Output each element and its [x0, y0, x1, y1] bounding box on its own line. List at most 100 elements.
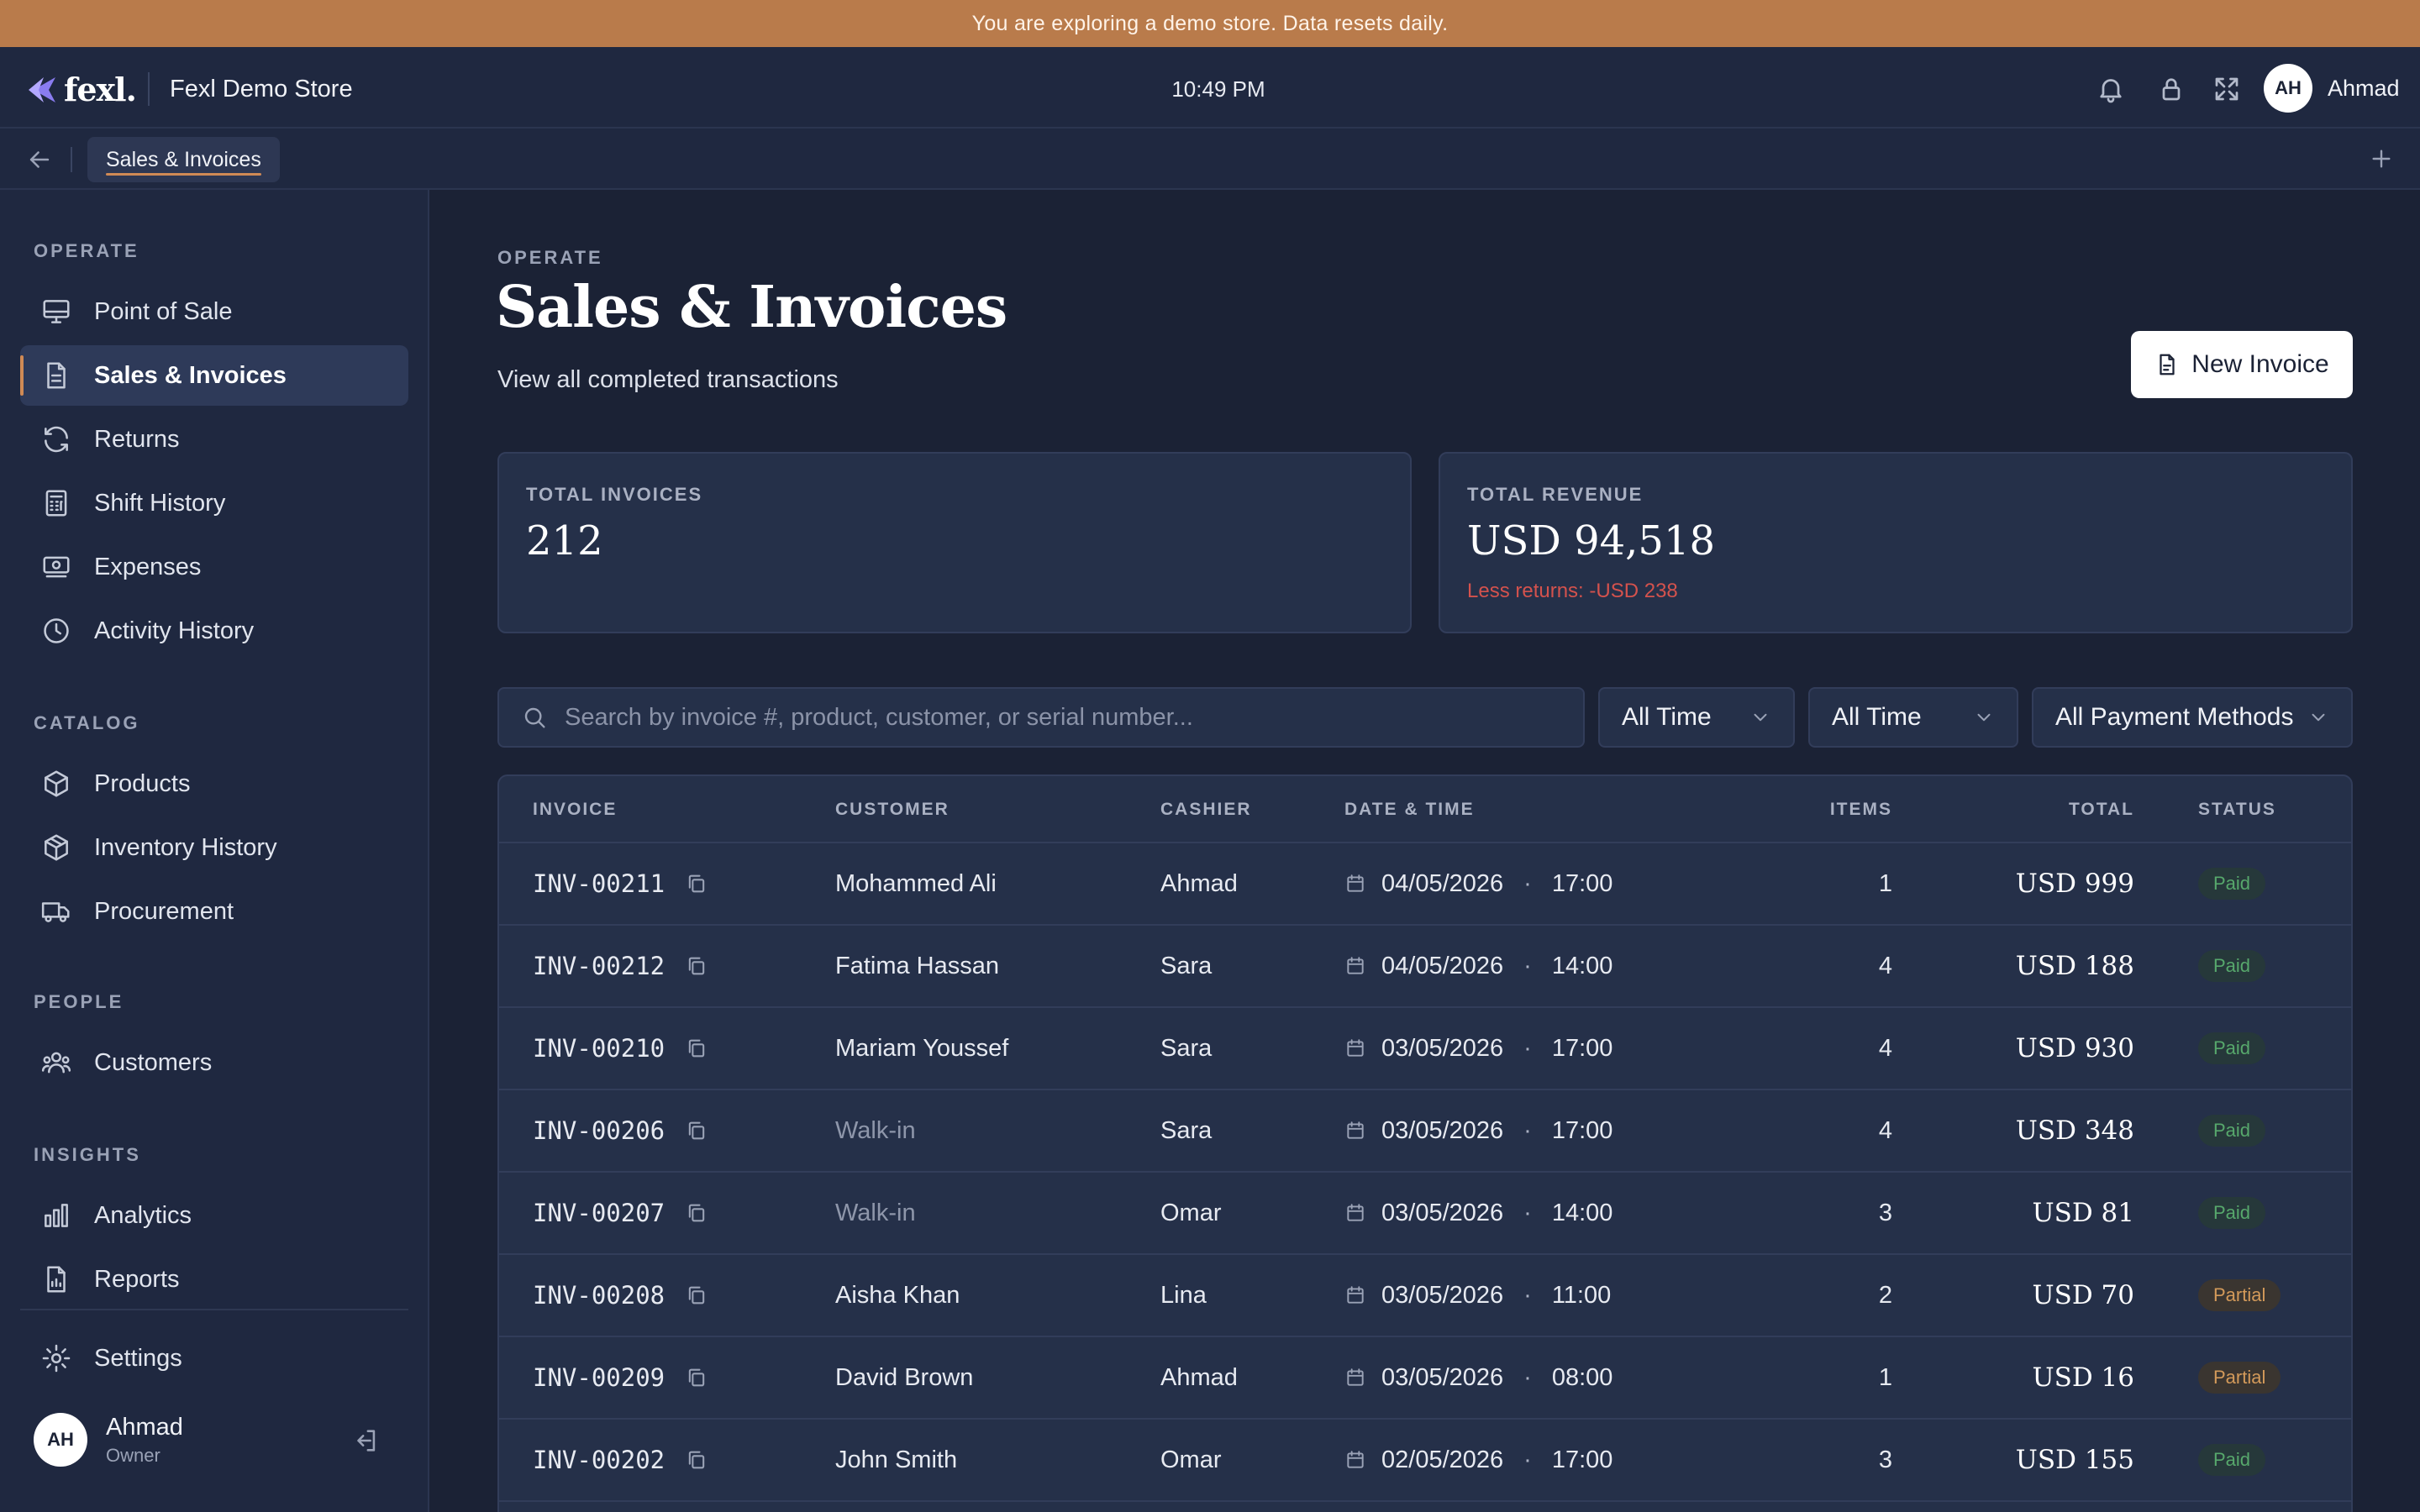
copy-icon[interactable] — [685, 1119, 708, 1142]
new-invoice-button[interactable]: New Invoice — [2131, 331, 2353, 398]
copy-icon[interactable] — [685, 872, 708, 895]
items-cell: 3 — [1878, 1446, 1892, 1473]
sidebar-item-returns[interactable]: Returns — [20, 409, 408, 470]
invoice-number[interactable]: INV-00209 — [533, 1363, 665, 1392]
sidebar-item-activity-history[interactable]: Activity History — [20, 601, 408, 661]
column-header-cashier[interactable]: CASHIER — [1160, 800, 1252, 820]
status-cell: Paid — [2198, 1090, 2266, 1171]
column-header-datetime[interactable]: DATE & TIME — [1344, 800, 1475, 820]
table-row[interactable]: INV-00206 Walk-in Sara 03/05/2026 · 17:00 4 USD… — [499, 1090, 2351, 1173]
table-row[interactable]: INV-00209 David Brown Ahmad 03/05/2026 · 08:0… — [499, 1337, 2351, 1420]
sidebar-item-settings[interactable]: Settings — [20, 1328, 408, 1389]
sidebar-item-label: Customers — [94, 1048, 213, 1076]
total-cell: USD 81 — [2032, 1198, 2134, 1228]
user-name: Ahmad — [2328, 75, 2400, 101]
status-badge: Paid — [2198, 1197, 2266, 1229]
time-value: 11:00 — [1551, 1281, 1612, 1309]
select-value: All Payment Methods — [2055, 703, 2294, 731]
stat-value: 212 — [526, 517, 603, 564]
sidebar-item-sales-invoices[interactable]: Sales & Invoices — [20, 345, 408, 406]
items-cell: 1 — [1878, 1363, 1892, 1391]
table-row[interactable]: INV-00202 John Smith Omar 02/05/2026 · 17:00 3… — [499, 1420, 2351, 1502]
table-row[interactable]: INV-00210 Mariam Youssef Sara 03/05/2026 · 17… — [499, 1008, 2351, 1090]
invoice-number[interactable]: INV-00202 — [533, 1446, 665, 1474]
sidebar-item-customers[interactable]: Customers — [20, 1032, 408, 1093]
expand-icon[interactable] — [2212, 74, 2242, 104]
date-value: 03/05/2026 — [1381, 1363, 1504, 1391]
table-row[interactable]: INV-00208 Aisha Khan Lina 03/05/2026 · 11:00 2… — [499, 1255, 2351, 1337]
separator-dot: · — [1523, 952, 1532, 979]
search-input[interactable] — [565, 703, 1556, 732]
sidebar-user[interactable]: AH Ahmad Owner — [34, 1413, 183, 1467]
sidebar-item-expenses[interactable]: Expenses — [20, 537, 408, 597]
column-header-total[interactable]: TOTAL — [1995, 800, 2134, 820]
sidebar-item-shift-history[interactable]: Shift History — [20, 473, 408, 533]
sidebar-item-label: Expenses — [94, 553, 202, 580]
add-tab-icon[interactable] — [2368, 145, 2395, 172]
sidebar-item-reports[interactable]: Reports — [20, 1249, 408, 1310]
sidebar-item-procurement[interactable]: Procurement — [20, 881, 408, 942]
stat-card-total-revenue: TOTAL REVENUE USD 94,518 Less returns: -… — [1439, 452, 2353, 633]
tab-sales-invoices[interactable]: Sales & Invoices — [87, 137, 280, 182]
sidebar-item-products[interactable]: Products — [20, 753, 408, 814]
items-cell: 2 — [1878, 1281, 1892, 1309]
invoice-number[interactable]: INV-00211 — [533, 869, 665, 898]
invoice-cell: INV-00207 — [533, 1173, 708, 1253]
column-header-items[interactable]: ITEMS — [1785, 800, 1892, 820]
copy-icon[interactable] — [685, 1201, 708, 1225]
section-title-catalog: CATALOG — [34, 712, 140, 733]
sidebar-item-point-of-sale[interactable]: Point of Sale — [20, 281, 408, 342]
status-badge: Paid — [2198, 868, 2266, 900]
copy-icon[interactable] — [685, 1284, 708, 1307]
table-row[interactable]: INV-00211 Mohammed Ali Ahmad 04/05/2026 · 17:… — [499, 843, 2351, 926]
user-menu[interactable]: AH Ahmad — [2264, 64, 2400, 113]
tab-divider — [71, 147, 72, 172]
calendar-icon — [1347, 1039, 1364, 1057]
invoice-number[interactable]: INV-00208 — [533, 1281, 665, 1310]
total-cell: USD 999 — [2015, 869, 2134, 899]
table-row[interactable]: INV-00207 Walk-in Omar 03/05/2026 · 14:00 3 USD… — [499, 1173, 2351, 1255]
datetime-cell: 04/05/2026 · 14:00 — [1344, 926, 1612, 1006]
datetime-cell: 04/05/2026 · 17:00 — [1344, 843, 1612, 924]
invoice-number[interactable]: INV-00212 — [533, 952, 665, 980]
separator-dot: · — [1523, 1281, 1532, 1309]
invoice-number[interactable]: INV-00206 — [533, 1116, 665, 1145]
separator-dot: · — [1523, 1363, 1532, 1391]
app-logo[interactable]: fexl. — [25, 71, 137, 108]
sidebar-item-label: Activity History — [94, 617, 255, 644]
invoice-number[interactable]: INV-00207 — [533, 1199, 665, 1227]
logout-icon[interactable] — [351, 1426, 380, 1455]
table-row[interactable]: INV-00212 Fatima Hassan Sara 04/05/2026 · 14:… — [499, 926, 2351, 1008]
users-icon — [41, 1052, 71, 1074]
banknote-icon — [43, 556, 70, 578]
cashier-cell: Omar — [1160, 1446, 1222, 1473]
select-value: All Time — [1622, 703, 1712, 731]
time-range-select-1[interactable]: All Time — [1598, 687, 1795, 748]
column-header-invoice[interactable]: INVOICE — [533, 800, 617, 820]
copy-icon[interactable] — [685, 1366, 708, 1389]
sidebar-item-inventory-history[interactable]: Inventory History — [20, 817, 408, 878]
datetime-cell: 03/05/2026 · 14:00 — [1344, 1173, 1612, 1253]
copy-icon[interactable] — [685, 954, 708, 978]
copy-icon[interactable] — [685, 1448, 708, 1472]
chevron-down-icon — [1754, 713, 1767, 722]
copy-icon[interactable] — [685, 1037, 708, 1060]
total-cell: USD 348 — [2015, 1116, 2134, 1146]
back-arrow-icon[interactable] — [25, 145, 54, 174]
invoice-number[interactable]: INV-00210 — [533, 1034, 665, 1063]
payment-method-select[interactable]: All Payment Methods — [2032, 687, 2353, 748]
sidebar-item-analytics[interactable]: Analytics — [20, 1185, 408, 1246]
items-cell: 1 — [1878, 869, 1892, 897]
date-value: 02/05/2026 — [1381, 1446, 1504, 1473]
demo-banner-text: You are exploring a demo store. Data res… — [971, 11, 1449, 35]
time-range-select-2[interactable]: All Time — [1808, 687, 2018, 748]
bar-chart-icon — [45, 1204, 68, 1227]
bell-icon[interactable] — [2096, 74, 2126, 104]
column-header-customer[interactable]: CUSTOMER — [835, 800, 950, 820]
report-icon — [47, 1266, 66, 1293]
sidebar-item-label: Sales & Invoices — [94, 361, 287, 389]
column-header-status[interactable]: STATUS — [2198, 800, 2276, 820]
search-box — [497, 687, 1585, 748]
lock-icon[interactable] — [2156, 74, 2186, 104]
stat-card-total-invoices: TOTAL INVOICES 212 — [497, 452, 1412, 633]
